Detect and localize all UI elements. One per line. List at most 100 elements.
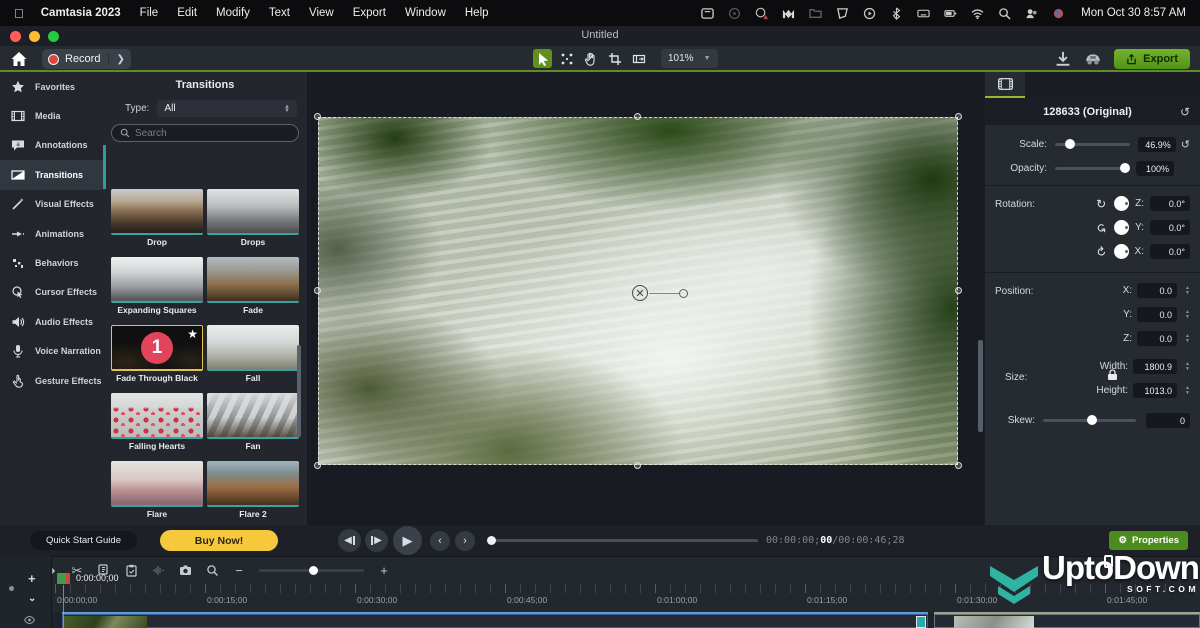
type-select[interactable]: All ▲▼ (157, 100, 297, 117)
transition-item-fade[interactable]: Fade (207, 257, 299, 315)
add-track-button[interactable]: + (28, 571, 36, 586)
rotation-anchor-icon[interactable]: ✕ (632, 285, 648, 301)
height-value[interactable]: 1013.0 (1133, 383, 1177, 398)
transitions-search[interactable] (111, 124, 299, 142)
favorite-star-icon[interactable]: ★ (187, 327, 198, 341)
stepper-icon[interactable]: ▲▼ (1185, 310, 1190, 319)
canvas-zoom-select[interactable]: 101% ▼ (661, 49, 718, 68)
jump-back-button[interactable]: ‹ (430, 531, 450, 551)
resize-handle-s[interactable] (634, 462, 641, 469)
menu-item-file[interactable]: File (140, 7, 159, 19)
resize-handle-sw[interactable] (314, 462, 321, 469)
scale-value[interactable]: 46.9% (1138, 137, 1176, 152)
menubar-clock[interactable]: Mon Oct 30 8:57 AM (1081, 7, 1186, 19)
transition-thumbnail[interactable] (207, 393, 299, 439)
sidebar-item-favorites[interactable]: Favorites (0, 72, 103, 101)
sidebar-item-voice-narration[interactable]: Voice Narration (0, 337, 103, 366)
sidebar-item-gesture-effects[interactable]: Gesture Effects (0, 366, 103, 395)
transition-item-drops[interactable]: Drops (207, 189, 299, 247)
play-circle-icon[interactable] (862, 6, 876, 20)
transition-thumbnail[interactable] (207, 325, 299, 371)
resize-handle-nw[interactable] (314, 113, 321, 120)
crop-tool-button[interactable] (605, 49, 624, 68)
home-button[interactable] (10, 50, 28, 68)
download-icon[interactable] (1054, 50, 1072, 68)
transition-thumbnail[interactable] (111, 461, 203, 507)
transition-thumbnail[interactable] (111, 393, 203, 439)
opacity-slider[interactable] (1055, 167, 1128, 170)
collapse-tracks-icon[interactable]: ⌄ (28, 593, 36, 604)
rotation-x-value[interactable]: 0.0° (1150, 244, 1190, 259)
transition-thumbnail-selected[interactable]: 1 ★ (111, 325, 203, 371)
shape-icon[interactable] (835, 6, 849, 20)
pointer-tool-button[interactable] (533, 49, 552, 68)
menu-item-view[interactable]: View (309, 7, 334, 19)
width-value[interactable]: 1800.9 (1133, 359, 1177, 374)
position-z-value[interactable]: 0.0 (1137, 331, 1177, 346)
resize-handle-n[interactable] (634, 113, 641, 120)
zoom-out-icon[interactable]: − (232, 564, 246, 578)
user-switch-icon[interactable] (1024, 6, 1038, 20)
stepper-icon[interactable]: ▲▼ (1185, 286, 1190, 295)
menu-item-help[interactable]: Help (465, 7, 489, 19)
stepper-icon[interactable]: ▲▼ (1185, 362, 1190, 371)
transition-item-flare[interactable]: Flare (111, 461, 203, 519)
panel-scrollbar[interactable] (297, 345, 301, 437)
record-button[interactable]: Record ❯ (42, 49, 131, 69)
track-visibility-eye-icon[interactable] (24, 616, 35, 624)
rotation-z-knob[interactable] (1114, 196, 1129, 211)
zoom-in-icon[interactable]: + (377, 564, 391, 578)
transition-thumbnail[interactable] (111, 189, 203, 235)
playhead-marker[interactable] (57, 573, 70, 584)
menu-item-modify[interactable]: Modify (216, 7, 250, 19)
scrubber-handle[interactable] (487, 536, 496, 545)
canvas-scrollbar[interactable] (978, 340, 983, 432)
jump-forward-button[interactable]: › (455, 531, 475, 551)
menu-item-text[interactable]: Text (269, 7, 290, 19)
trim-tool-button[interactable] (629, 49, 648, 68)
play-button[interactable]: ▶ (393, 526, 422, 555)
rotate-y-icon[interactable]: ↺ (1094, 221, 1108, 235)
rotation-y-value[interactable]: 0.0° (1150, 220, 1190, 235)
rotation-x-knob[interactable] (1114, 244, 1129, 259)
node-edit-tool-button[interactable] (557, 49, 576, 68)
rotation-z-value[interactable]: 0.0° (1150, 196, 1190, 211)
menu-item-window[interactable]: Window (405, 7, 446, 19)
resize-handle-se[interactable] (955, 462, 962, 469)
sidebar-item-transitions[interactable]: Transitions (0, 160, 103, 189)
video-clip-on-canvas[interactable]: ✕ (318, 117, 958, 465)
resize-handle-e[interactable] (955, 287, 962, 294)
resize-handle-ne[interactable] (955, 113, 962, 120)
transition-thumbnail[interactable] (207, 257, 299, 303)
previous-frame-button[interactable]: ◀ (338, 529, 361, 552)
buy-now-button[interactable]: Buy Now! (160, 530, 278, 551)
battery-icon[interactable] (943, 6, 957, 20)
stepper-icon[interactable]: ▲▼ (1185, 334, 1190, 343)
sidebar-item-visual-effects[interactable]: Visual Effects (0, 190, 103, 219)
transition-item-fade-through-black[interactable]: 1 ★ Fade Through Black (111, 325, 203, 383)
transition-item-fall[interactable]: Fall (207, 325, 299, 383)
app-menu-title[interactable]: Camtasia 2023 (41, 7, 121, 19)
timeline-zoom-search-icon[interactable] (205, 564, 219, 578)
properties-button[interactable]: ⚙ Properties (1109, 531, 1188, 550)
disc-icon[interactable] (727, 6, 741, 20)
playhead-line[interactable] (63, 585, 64, 628)
pan-hand-tool-button[interactable] (581, 49, 600, 68)
app-dot-icon[interactable] (1051, 6, 1065, 20)
transition-item-fan[interactable]: Fan (207, 393, 299, 451)
canvas[interactable]: ✕ (307, 72, 985, 525)
menu-item-export[interactable]: Export (353, 7, 386, 19)
search-input[interactable] (135, 128, 290, 139)
skew-value[interactable]: 0 (1146, 413, 1190, 428)
transition-item-flare-2[interactable]: Flare 2 (207, 461, 299, 519)
sidebar-item-audio-effects[interactable]: Audio Effects (0, 307, 103, 336)
shield-alert-icon[interactable] (754, 6, 768, 20)
aspect-lock-icon[interactable] (1107, 369, 1118, 381)
keyboard-icon[interactable] (916, 6, 930, 20)
export-button[interactable]: Export (1114, 49, 1190, 69)
quick-start-guide-button[interactable]: Quick Start Guide (30, 531, 137, 550)
display-icon[interactable] (700, 6, 714, 20)
sidebar-item-annotations[interactable]: a Annotations (0, 131, 103, 160)
m-logo-icon[interactable] (781, 6, 795, 20)
sidebar-item-media[interactable]: Media (0, 101, 103, 130)
